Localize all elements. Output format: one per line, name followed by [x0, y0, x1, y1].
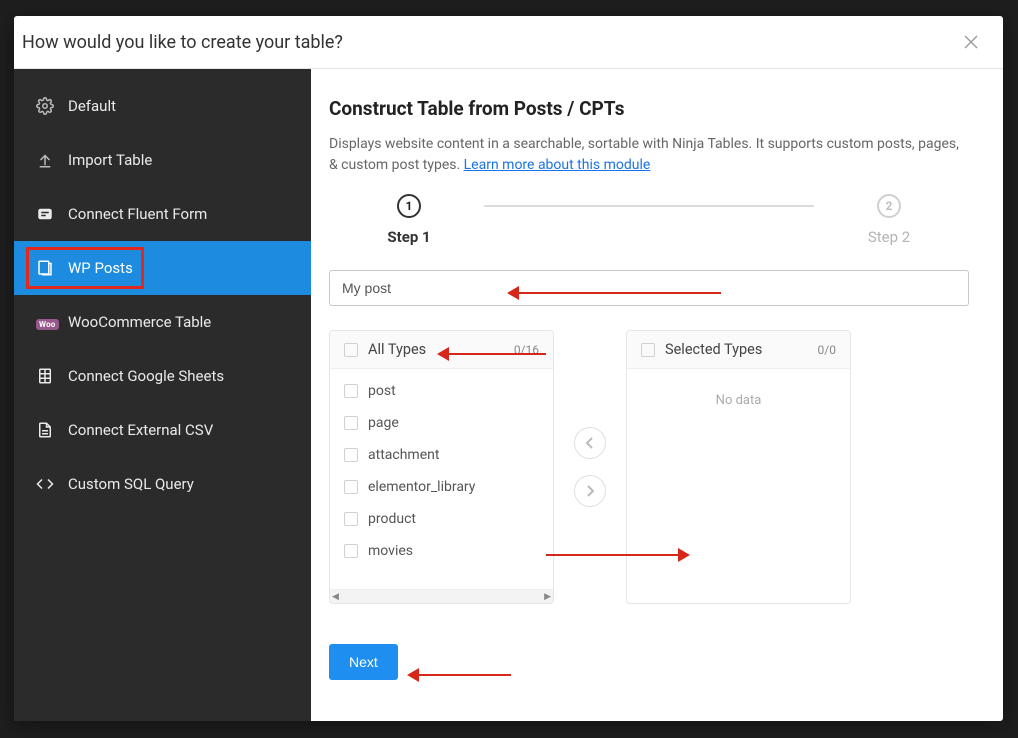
step-circle-1: 1 — [397, 194, 421, 218]
modal-title: How would you like to create your table? — [22, 32, 343, 53]
selected-types-title: Selected Types — [665, 341, 762, 358]
woo-icon: Woo — [36, 313, 54, 331]
checkbox[interactable] — [344, 384, 358, 398]
settings-icon — [36, 97, 54, 115]
transfer-right-button[interactable] — [574, 475, 606, 507]
sidebar-item-label: Connect Google Sheets — [68, 367, 224, 385]
sidebar-item-label: Default — [68, 97, 116, 115]
checkbox[interactable] — [344, 544, 358, 558]
all-types-list[interactable]: post page attachment elementor_library p… — [330, 369, 553, 589]
chevron-left-icon — [585, 437, 595, 449]
wp-posts-icon — [36, 259, 54, 277]
step-2: 2 Step 2 — [814, 194, 964, 246]
table-title-input[interactable] — [329, 270, 969, 306]
all-types-header: All Types 0/16 — [330, 331, 553, 369]
selected-types-count: 0/0 — [818, 343, 836, 357]
scroll-left-icon: ◀ — [332, 592, 339, 602]
type-item[interactable]: product — [330, 503, 553, 535]
code-icon — [36, 475, 54, 493]
type-item[interactable]: elementor_library — [330, 471, 553, 503]
main-description: Displays website content in a searchable… — [329, 134, 969, 176]
sidebar-item-label: Custom SQL Query — [68, 475, 194, 493]
sidebar-item-connect-external-csv[interactable]: Connect External CSV — [14, 403, 311, 457]
step-connector — [484, 205, 814, 207]
main-heading: Construct Table from Posts / CPTs — [329, 97, 969, 120]
learn-more-link[interactable]: Learn more about this module — [464, 157, 651, 173]
type-item[interactable]: movies — [330, 535, 553, 567]
step-label-2: Step 2 — [868, 228, 910, 246]
checkbox[interactable] — [344, 512, 358, 526]
transfer-buttons — [574, 330, 606, 604]
sidebar: Default Import Table Connect Fluent Form… — [14, 69, 311, 721]
sidebar-item-label: WP Posts — [68, 259, 133, 277]
step-circle-2: 2 — [877, 194, 901, 218]
select-all-types-checkbox[interactable] — [344, 343, 358, 357]
modal-header: How would you like to create your table? — [14, 16, 1003, 69]
sheets-icon — [36, 367, 54, 385]
sidebar-item-label: Connect External CSV — [68, 421, 213, 439]
checkbox[interactable] — [344, 480, 358, 494]
sidebar-item-wp-posts[interactable]: WP Posts — [14, 241, 311, 295]
sidebar-item-label: Connect Fluent Form — [68, 205, 207, 223]
type-item[interactable]: post — [330, 375, 553, 407]
scroll-right-icon: ▶ — [544, 592, 551, 602]
selected-types-panel: Selected Types 0/0 No data — [626, 330, 851, 604]
next-button[interactable]: Next — [329, 644, 398, 680]
chevron-right-icon — [585, 485, 595, 497]
main-panel: Construct Table from Posts / CPTs Displa… — [311, 69, 1003, 721]
sidebar-item-connect-fluent-form[interactable]: Connect Fluent Form — [14, 187, 311, 241]
no-data-text: No data — [627, 375, 850, 408]
all-types-title: All Types — [368, 341, 426, 358]
sidebar-item-import-table[interactable]: Import Table — [14, 133, 311, 187]
upload-icon — [36, 151, 54, 169]
step-1: 1 Step 1 — [334, 194, 484, 246]
sidebar-item-label: WooCommerce Table — [68, 313, 211, 331]
sidebar-item-woocommerce-table[interactable]: Woo WooCommerce Table — [14, 295, 311, 349]
close-icon — [964, 35, 978, 49]
all-types-count: 0/16 — [514, 343, 539, 357]
step-indicator: 1 Step 1 2 Step 2 — [329, 194, 969, 246]
modal-body: Default Import Table Connect Fluent Form… — [14, 69, 1003, 721]
select-all-selected-checkbox[interactable] — [641, 343, 655, 357]
transfer-left-button[interactable] — [574, 427, 606, 459]
sidebar-item-label: Import Table — [68, 151, 152, 169]
create-table-modal: How would you like to create your table?… — [14, 16, 1003, 721]
checkbox[interactable] — [344, 448, 358, 462]
checkbox[interactable] — [344, 416, 358, 430]
sidebar-item-connect-google-sheets[interactable]: Connect Google Sheets — [14, 349, 311, 403]
annotation-arrow — [411, 674, 511, 676]
close-button[interactable] — [959, 30, 983, 54]
type-item[interactable]: attachment — [330, 439, 553, 471]
all-types-panel: All Types 0/16 post page attachment elem… — [329, 330, 554, 604]
sidebar-item-custom-sql-query[interactable]: Custom SQL Query — [14, 457, 311, 511]
selected-types-list: No data — [627, 369, 850, 603]
selected-types-header: Selected Types 0/0 — [627, 331, 850, 369]
step-label-1: Step 1 — [387, 228, 430, 246]
sidebar-item-default[interactable]: Default — [14, 79, 311, 133]
form-icon — [36, 205, 54, 223]
document-icon — [36, 421, 54, 439]
horizontal-scrollbar[interactable]: ◀ ▶ — [330, 589, 553, 603]
type-transfer: All Types 0/16 post page attachment elem… — [329, 330, 969, 604]
type-item[interactable]: page — [330, 407, 553, 439]
